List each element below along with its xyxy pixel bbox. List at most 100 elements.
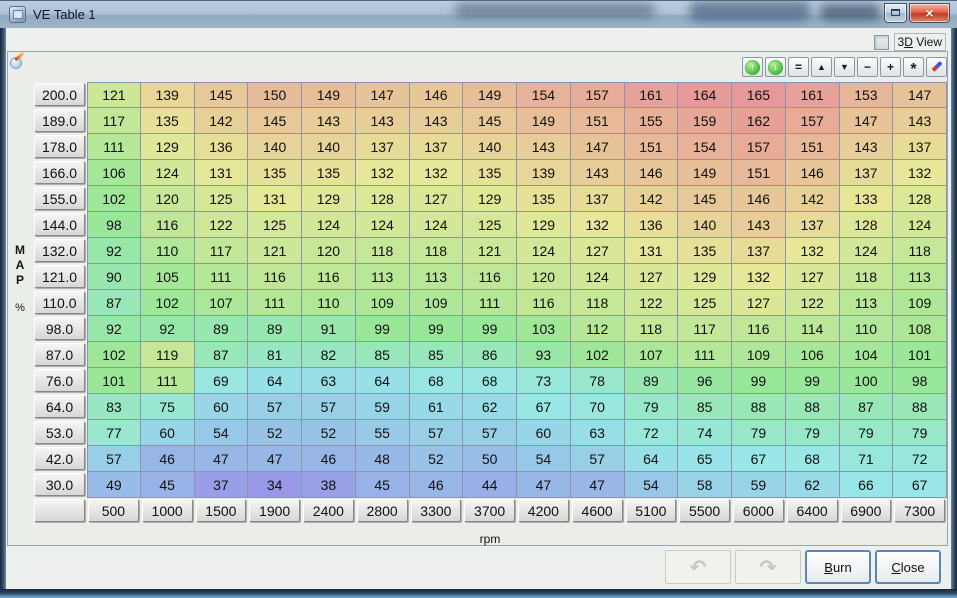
ve-cell[interactable]: 107 bbox=[624, 342, 679, 368]
ve-cell[interactable]: 74 bbox=[678, 420, 732, 446]
ve-cell[interactable]: 116 bbox=[732, 316, 786, 342]
ve-cell[interactable]: 63 bbox=[302, 368, 356, 394]
rpm-axis-cell[interactable]: 1000 bbox=[141, 498, 195, 524]
ve-cell[interactable]: 37 bbox=[194, 472, 249, 498]
rpm-axis-cell[interactable]: 1900 bbox=[248, 498, 302, 524]
ve-cell[interactable]: 67 bbox=[517, 394, 571, 420]
ve-cell[interactable]: 57 bbox=[570, 446, 625, 472]
ve-cell[interactable]: 120 bbox=[302, 238, 356, 264]
ve-cell[interactable]: 124 bbox=[355, 212, 410, 238]
rpm-axis-cell[interactable]: 2800 bbox=[356, 498, 410, 524]
ve-cell[interactable]: 82 bbox=[302, 342, 356, 368]
ve-cell[interactable]: 89 bbox=[194, 316, 249, 342]
ve-cell[interactable]: 111 bbox=[678, 342, 732, 368]
ve-cell[interactable]: 57 bbox=[87, 446, 141, 472]
ve-cell[interactable]: 143 bbox=[570, 160, 625, 186]
ve-cell[interactable]: 117 bbox=[87, 108, 141, 134]
ve-cell[interactable]: 124 bbox=[302, 212, 356, 238]
ve-cell[interactable]: 60 bbox=[517, 420, 571, 446]
ve-cell[interactable]: 102 bbox=[87, 186, 141, 212]
ve-cell[interactable]: 149 bbox=[678, 160, 732, 186]
ve-cell[interactable]: 83 bbox=[87, 394, 141, 420]
ve-cell[interactable]: 60 bbox=[140, 420, 195, 446]
ve-cell[interactable]: 98 bbox=[893, 368, 947, 394]
ve-cell[interactable]: 47 bbox=[517, 472, 571, 498]
ve-cell[interactable]: 67 bbox=[893, 472, 947, 498]
ve-cell[interactable]: 137 bbox=[570, 186, 625, 212]
ve-cell[interactable]: 73 bbox=[517, 368, 571, 394]
ve-cell[interactable]: 52 bbox=[409, 446, 464, 472]
ve-cell[interactable]: 117 bbox=[194, 238, 249, 264]
rpm-axis-cell[interactable]: 5100 bbox=[625, 498, 679, 524]
rpm-axis-cell[interactable]: 3700 bbox=[463, 498, 517, 524]
ve-cell[interactable]: 102 bbox=[140, 290, 195, 316]
ve-cell[interactable]: 79 bbox=[893, 420, 947, 446]
ve-cell[interactable]: 135 bbox=[517, 186, 571, 212]
ve-cell[interactable]: 101 bbox=[87, 368, 141, 394]
ve-cell[interactable]: 99 bbox=[732, 368, 786, 394]
ve-cell[interactable]: 110 bbox=[839, 316, 894, 342]
ve-cell[interactable]: 99 bbox=[409, 316, 464, 342]
ve-cell[interactable]: 69 bbox=[194, 368, 249, 394]
ve-cell[interactable]: 68 bbox=[785, 446, 840, 472]
ve-cell[interactable]: 79 bbox=[839, 420, 894, 446]
ve-cell[interactable]: 113 bbox=[409, 264, 464, 290]
ve-cell[interactable]: 142 bbox=[624, 186, 679, 212]
ve-cell[interactable]: 118 bbox=[409, 238, 464, 264]
ve-cell[interactable]: 109 bbox=[409, 290, 464, 316]
rpm-axis-cell[interactable]: 4600 bbox=[571, 498, 625, 524]
ve-cell[interactable]: 127 bbox=[409, 186, 464, 212]
view-3d-label[interactable]: 3D View bbox=[893, 33, 946, 51]
ve-cell[interactable]: 92 bbox=[87, 316, 141, 342]
ve-cell[interactable]: 116 bbox=[517, 290, 571, 316]
ve-cell[interactable]: 122 bbox=[194, 212, 249, 238]
ve-cell[interactable]: 108 bbox=[893, 316, 947, 342]
ve-cell[interactable]: 139 bbox=[140, 82, 195, 108]
ve-cell[interactable]: 118 bbox=[624, 316, 679, 342]
ve-cell[interactable]: 131 bbox=[248, 186, 302, 212]
green-down-arrow-button[interactable]: ↓ bbox=[765, 57, 786, 77]
ve-cell[interactable]: 111 bbox=[194, 264, 249, 290]
redo-button[interactable]: ↷ bbox=[735, 550, 801, 584]
ve-cell[interactable]: 113 bbox=[893, 264, 947, 290]
ve-cell[interactable]: 46 bbox=[409, 472, 464, 498]
ve-cell[interactable]: 47 bbox=[570, 472, 625, 498]
set-equal-button[interactable]: = bbox=[788, 57, 809, 77]
ve-cell[interactable]: 129 bbox=[517, 212, 571, 238]
map-axis-cell[interactable]: 87.0 bbox=[33, 342, 87, 368]
ve-cell[interactable]: 102 bbox=[87, 342, 141, 368]
ve-cell[interactable]: 121 bbox=[248, 238, 302, 264]
ve-cell[interactable]: 119 bbox=[140, 342, 195, 368]
ve-cell[interactable]: 87 bbox=[87, 290, 141, 316]
ve-cell[interactable]: 124 bbox=[839, 238, 894, 264]
ve-cell[interactable]: 88 bbox=[785, 394, 840, 420]
ve-cell[interactable]: 135 bbox=[463, 160, 517, 186]
ve-cell[interactable]: 111 bbox=[87, 134, 141, 160]
ve-cell[interactable]: 129 bbox=[678, 264, 732, 290]
ve-cell[interactable]: 157 bbox=[785, 108, 840, 134]
ve-cell[interactable]: 147 bbox=[893, 82, 947, 108]
ve-cell[interactable]: 117 bbox=[678, 316, 732, 342]
ve-cell[interactable]: 50 bbox=[463, 446, 517, 472]
pencil-edit-icon[interactable] bbox=[10, 51, 26, 70]
ve-cell[interactable]: 49 bbox=[87, 472, 141, 498]
ve-cell[interactable]: 146 bbox=[732, 186, 786, 212]
ve-cell[interactable]: 63 bbox=[570, 420, 625, 446]
ve-cell[interactable]: 145 bbox=[194, 82, 249, 108]
ve-cell[interactable]: 77 bbox=[87, 420, 141, 446]
undo-button[interactable]: ↶ bbox=[665, 550, 731, 584]
ve-cell[interactable]: 149 bbox=[463, 82, 517, 108]
ve-cell[interactable]: 59 bbox=[732, 472, 786, 498]
titlebar[interactable]: VE Table 1 × bbox=[0, 0, 957, 28]
rpm-axis-cell[interactable]: 6000 bbox=[732, 498, 786, 524]
rpm-axis-cell[interactable]: 2400 bbox=[302, 498, 356, 524]
ve-cell[interactable]: 54 bbox=[194, 420, 249, 446]
ve-cell[interactable]: 120 bbox=[517, 264, 571, 290]
close-button[interactable]: Close bbox=[875, 550, 941, 584]
ve-cell[interactable]: 121 bbox=[87, 82, 141, 108]
ve-cell[interactable]: 96 bbox=[678, 368, 732, 394]
ve-cell[interactable]: 157 bbox=[732, 134, 786, 160]
ve-cell[interactable]: 105 bbox=[140, 264, 195, 290]
ve-cell[interactable]: 92 bbox=[140, 316, 195, 342]
ve-cell[interactable]: 165 bbox=[732, 82, 786, 108]
